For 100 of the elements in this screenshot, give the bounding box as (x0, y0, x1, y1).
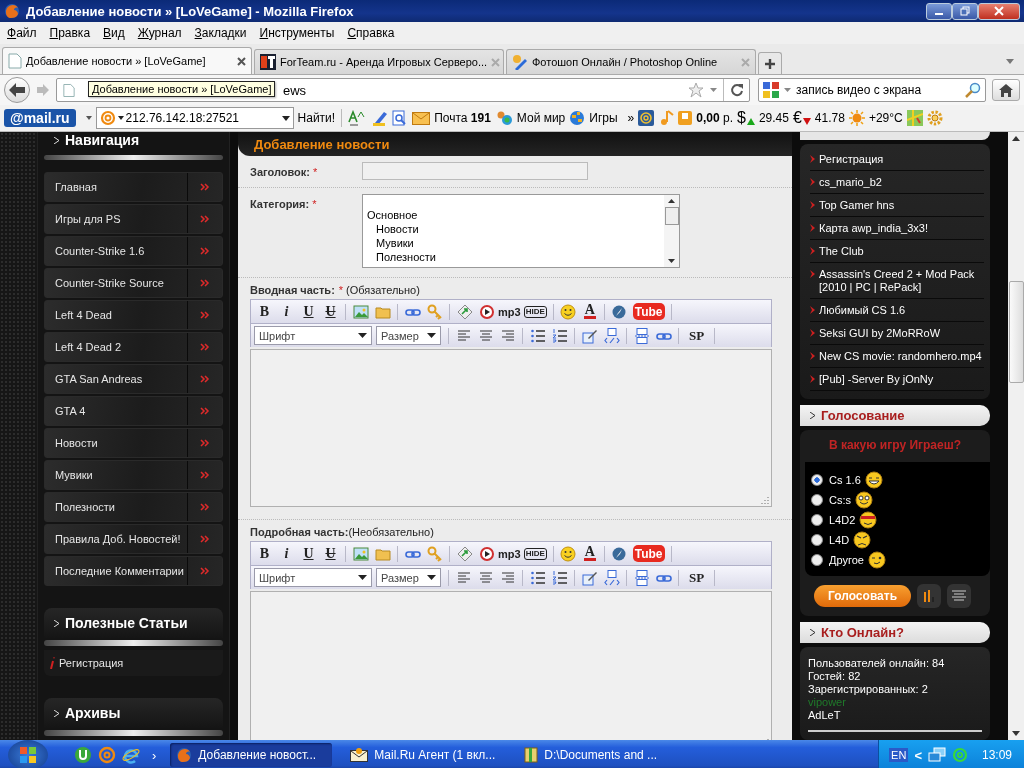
menu-item[interactable]: Правка (44, 26, 99, 40)
menu-item[interactable]: Закладки (189, 26, 255, 40)
menu-item[interactable]: Справка (342, 26, 403, 40)
popular-link[interactable]: New CS movie: randomhero.mp4 (810, 344, 984, 368)
bold-button[interactable]: B (254, 301, 275, 322)
scrollbar-thumb[interactable] (1008, 281, 1024, 383)
nav-item[interactable]: Counter-Strike Source (44, 268, 223, 298)
nav-item[interactable]: GTA 4 (44, 396, 223, 426)
new-tab-button[interactable] (758, 52, 782, 74)
video-button[interactable]: Tube (632, 545, 665, 562)
italic-button[interactable]: i (276, 301, 297, 322)
nav-item[interactable]: Последние Комментарии (44, 556, 223, 586)
menu-item[interactable]: Журнал (132, 26, 190, 40)
exchange-rate[interactable]: 41.78 (814, 111, 845, 125)
games-link[interactable]: Игры (589, 111, 618, 125)
nav-item[interactable]: GTA San Andreas (44, 364, 223, 394)
start-button[interactable] (8, 740, 48, 768)
radio-button[interactable] (811, 513, 823, 526)
popular-link[interactable]: Карта awp_india_3x3! (810, 216, 984, 240)
at-sign-icon[interactable] (98, 746, 116, 764)
radio-button[interactable] (811, 553, 823, 566)
mail-logo[interactable]: @mail.ru (4, 109, 76, 127)
list-button[interactable] (947, 583, 972, 608)
popular-link[interactable]: [Pub] -Server By jOnNy (810, 367, 984, 391)
arrow-down-icon[interactable] (1012, 731, 1020, 736)
at-sign-icon[interactable] (638, 110, 655, 126)
scrollbar[interactable] (1008, 132, 1024, 740)
code-button[interactable] (601, 567, 622, 588)
arrow-down-icon[interactable] (668, 259, 675, 263)
popular-link[interactable]: Top Gamer hns (810, 193, 984, 217)
code-button[interactable] (601, 325, 622, 346)
close-icon[interactable] (237, 56, 246, 66)
dropdown[interactable]: Размер (376, 568, 441, 587)
italic-button[interactable]: i (276, 543, 297, 564)
user-name[interactable]: AdLeT (808, 709, 982, 722)
dropdown[interactable]: Размер (376, 326, 441, 345)
dropdown[interactable]: Шрифт (254, 568, 372, 587)
home-button[interactable] (992, 79, 1020, 101)
results-button[interactable] (917, 583, 942, 608)
dropdown[interactable]: Шрифт (254, 326, 372, 345)
nav-item[interactable]: Правила Доб. Новостей! (44, 524, 223, 554)
taskbar-button[interactable]: Mail.Ru Агент (1 вкл... (344, 743, 507, 767)
title-input[interactable] (362, 162, 588, 180)
star-icon[interactable] (688, 82, 704, 98)
text-color-button[interactable]: A (583, 546, 596, 561)
list-option[interactable]: Новости (367, 222, 664, 236)
close-button[interactable] (978, 2, 1020, 20)
nav-item[interactable]: Мувики (44, 460, 223, 490)
category-listbox[interactable]: Основное Новости Мувики Полезности (362, 194, 680, 268)
menu-item[interactable]: Вид (98, 26, 133, 40)
restore-button[interactable] (952, 2, 978, 20)
search-field[interactable]: 212.76.142.18:27521 (95, 107, 294, 129)
nav-item[interactable]: Counter-Strike 1.6 (44, 236, 223, 266)
list-option[interactable]: Полезности (367, 250, 664, 264)
mp3-button[interactable]: mp3 (498, 543, 521, 564)
article-link[interactable]: Регистрация (44, 650, 223, 676)
browser-tab[interactable]: Добавление новости » [LoVeGame] (2, 47, 252, 74)
nav-item[interactable]: Новости (44, 428, 223, 458)
taskbar-button[interactable]: Добавление новост... (170, 743, 333, 767)
popular-link[interactable]: Регистрация (810, 147, 984, 171)
radio-button[interactable] (811, 493, 823, 506)
minimize-button[interactable] (926, 2, 952, 20)
list-option[interactable]: Основное (367, 208, 664, 222)
strikethrough-button[interactable]: U (320, 301, 341, 322)
spoiler-button[interactable]: SP (686, 325, 707, 346)
caret-icon[interactable] (85, 116, 92, 120)
nav-item[interactable]: Главная (44, 172, 223, 202)
strikethrough-button[interactable]: U (320, 543, 341, 564)
find-button[interactable]: Найти! (297, 111, 336, 125)
weather-text[interactable]: +29°C (868, 111, 903, 125)
network-icon[interactable] (927, 747, 946, 763)
myworld-link[interactable]: Мой мир (516, 111, 566, 125)
search-field[interactable]: запись видео с экрана (758, 78, 986, 102)
back-button[interactable] (4, 77, 30, 103)
radio-button[interactable] (811, 473, 823, 486)
underline-button[interactable]: U (298, 301, 319, 322)
browser-e-icon[interactable] (122, 746, 140, 764)
hide-button[interactable]: HIDE (523, 305, 547, 318)
menu-item[interactable]: Инструменты (254, 26, 343, 40)
menu-item[interactable]: Файл (2, 26, 45, 40)
popular-link[interactable]: Seksi GUI by 2MoRRoW (810, 321, 984, 345)
nav-item[interactable]: Игры для PS (44, 204, 223, 234)
language-indicator[interactable]: EN (889, 748, 909, 762)
arrow-up-icon[interactable] (668, 199, 675, 203)
nav-item[interactable]: Полезности (44, 492, 223, 522)
popular-link[interactable]: The Club (810, 239, 984, 263)
browser-tab[interactable]: Фотошоп Онлайн / Photoshop Online (506, 49, 756, 74)
smiley-button[interactable] (557, 301, 579, 322)
hide-button[interactable]: HIDE (523, 547, 547, 560)
balance-text[interactable]: 0,00 р. (696, 111, 733, 125)
list-option[interactable]: Мувики (367, 236, 664, 250)
mail-link[interactable]: Почта 191 (434, 111, 491, 125)
search-icon[interactable] (965, 82, 981, 98)
more-button[interactable]: › (152, 747, 157, 763)
torrent-icon[interactable] (74, 746, 92, 764)
nav-item[interactable]: Left 4 Dead 2 (44, 332, 223, 362)
gear-icon[interactable] (926, 110, 943, 126)
video-button[interactable]: Tube (632, 303, 665, 320)
scrollbar[interactable] (664, 195, 679, 267)
popular-link[interactable]: cs_mario_b2 (810, 170, 984, 194)
